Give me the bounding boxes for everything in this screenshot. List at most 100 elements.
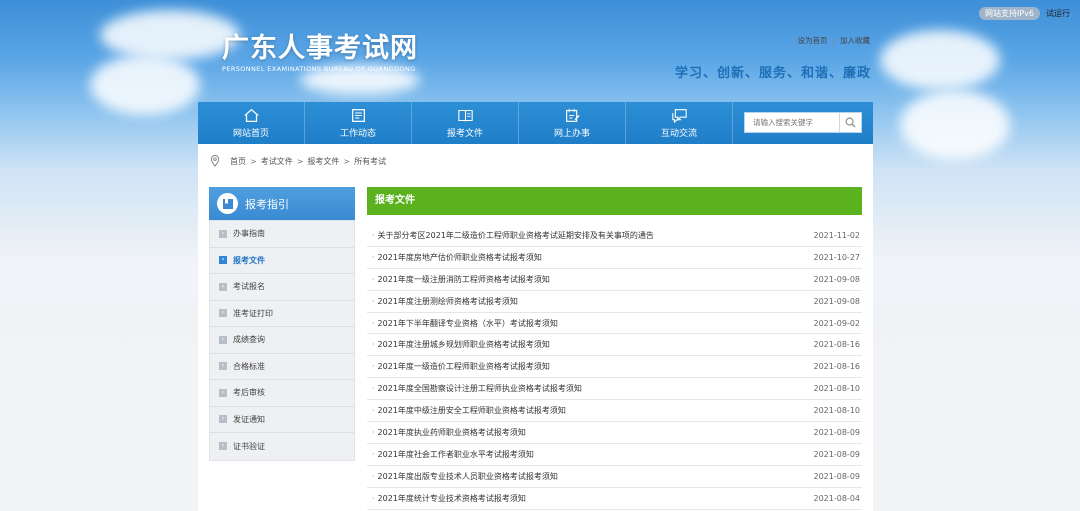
breadcrumb-exam-files[interactable]: 考试文件 — [261, 156, 293, 167]
list-item[interactable]: 2021年度一级造价工程师职业资格考试报考须知 2021-08-16 — [367, 356, 862, 379]
list-item[interactable]: 2021年度中级注册安全工程师职业资格考试报考须知 2021-08-10 — [367, 400, 862, 423]
list-item[interactable]: 2021年度执业药师职业资格考试报考须知 2021-08-09 — [367, 422, 862, 444]
sidebar-item-guide[interactable]: › 办事指南 — [210, 221, 354, 248]
sidebar-list: › 办事指南 › 报考文件 › 考试报名 › 准考证打印 › 成绩查询 › 合格标准 › 考后… — [209, 220, 355, 461]
top-right-bar: 网站支持IPv6 试运行 — [979, 7, 1070, 20]
list-item-date: 2021-08-16 — [813, 340, 861, 350]
list-item-title[interactable]: 2021年度中级注册安全工程师职业资格考试报考须知 — [372, 405, 566, 416]
arrow-right-icon: › — [219, 415, 227, 424]
sidebar-item-certificate-notice[interactable]: › 发证通知 — [210, 407, 354, 433]
page-body: 首页 > 考试文件 > 报考文件 > 所有考试 报考指引 › 办事指南 › 报考文件… — [198, 144, 873, 511]
list-item-title[interactable]: 2021年度社会工作者职业水平考试报考须知 — [372, 449, 534, 460]
nav-item-label: 网站首页 — [232, 128, 269, 139]
search-input[interactable] — [745, 113, 839, 132]
list-item-title[interactable]: 2021年度注册测绘师资格考试报考须知 — [372, 296, 518, 307]
main-nav: 网站首页 工作动态 报考文件 网上办事 互动交流 — [198, 102, 873, 144]
site-logo-title[interactable]: 广东人事考试网 — [222, 26, 418, 65]
list-item-date: 2021-08-10 — [813, 406, 861, 416]
list-item-title[interactable]: 2021年度执业药师职业资格考试报考须知 — [372, 427, 526, 438]
sidebar: 报考指引 › 办事指南 › 报考文件 › 考试报名 › 准考证打印 › 成绩查询 › 合格标… — [209, 187, 355, 461]
sidebar-item-label: 发证通知 — [233, 414, 265, 424]
list-item-date: 2021-09-08 — [813, 274, 861, 284]
breadcrumb-apply-files[interactable]: 报考文件 — [307, 156, 339, 167]
list-item-date: 2021-08-09 — [813, 471, 861, 481]
nav-item-label: 工作动态 — [339, 128, 376, 139]
arrow-right-icon: › — [219, 388, 227, 397]
list-item[interactable]: 2021年度统计专业技术资格考试报考须知 2021-08-04 — [367, 488, 862, 510]
arrow-right-icon: › — [219, 362, 227, 371]
list-item-title[interactable]: 关于部分考区2021年二级造价工程师职业资格考试延期安排及有关事项的通告 — [372, 230, 654, 241]
bookmark-icon — [217, 193, 238, 214]
list-item[interactable]: 2021年度出版专业技术人员职业资格考试报考须知 2021-08-09 — [367, 466, 862, 488]
content-title: 报考文件 — [367, 187, 862, 215]
list-item[interactable]: 2021年度注册城乡规划师职业资格考试报考须知 2021-08-16 — [367, 334, 862, 357]
search-button[interactable] — [839, 113, 861, 132]
add-favorite-link[interactable]: 加入收藏 — [840, 36, 870, 45]
sidebar-item-certificate-verify[interactable]: › 证书验证 — [210, 433, 354, 460]
list-item[interactable]: 2021年下半年翻译专业资格（水平）考试报考须知 2021-09-02 — [367, 313, 862, 335]
nav-item-online[interactable]: 网上办事 — [519, 102, 626, 144]
site-slogan: 学习、创新、服务、和谐、廉政 — [674, 66, 871, 81]
list-item-title[interactable]: 2021年度一级注册消防工程师资格考试报考须知 — [372, 274, 550, 285]
list-item-date: 2021-08-10 — [813, 384, 861, 394]
sidebar-item-scores[interactable]: › 成绩查询 — [210, 327, 354, 354]
list-item-date: 2021-08-04 — [813, 493, 861, 503]
nav-item-label: 报考文件 — [446, 128, 483, 139]
sidebar-item-label: 考后审核 — [233, 388, 265, 398]
breadcrumb-separator: > — [250, 156, 257, 166]
arrow-right-icon: › — [219, 256, 227, 265]
header-links: 设为首页 | 加入收藏 — [797, 35, 870, 46]
list-item-title[interactable]: 2021年度一级造价工程师职业资格考试报考须知 — [372, 361, 550, 372]
sidebar-item-label: 报考文件 — [233, 255, 265, 265]
sidebar-item-admission-ticket[interactable]: › 准考证打印 — [210, 301, 354, 327]
list-item-title[interactable]: 2021年度注册城乡规划师职业资格考试报考须知 — [372, 339, 550, 350]
arrow-right-icon: › — [219, 335, 227, 344]
nav-item-news[interactable]: 工作动态 — [305, 102, 412, 144]
link-separator: | — [832, 36, 835, 45]
sidebar-item-label: 成绩查询 — [233, 335, 265, 345]
sidebar-item-label: 合格标准 — [233, 361, 265, 371]
list-item-date: 2021-11-02 — [813, 230, 861, 240]
sidebar-item-apply-files[interactable]: › 报考文件 — [210, 248, 354, 274]
sidebar-item-label: 办事指南 — [233, 229, 265, 239]
list-item-title[interactable]: 2021年度统计专业技术资格考试报考须知 — [372, 493, 526, 504]
list-item-date: 2021-09-02 — [813, 318, 861, 328]
breadcrumb: 首页 > 考试文件 > 报考文件 > 所有考试 — [210, 155, 386, 167]
list-item-title[interactable]: 2021年度房地产估价师职业资格考试报考须知 — [372, 252, 542, 263]
search-box — [744, 112, 862, 133]
list-item[interactable]: 2021年度全国勘察设计注册工程师执业资格考试报考须知 2021-08-10 — [367, 378, 862, 401]
sidebar-item-standards[interactable]: › 合格标准 — [210, 354, 354, 380]
sidebar-item-label: 准考证打印 — [233, 308, 273, 318]
nav-item-label: 网上办事 — [553, 128, 590, 139]
nav-item-interact[interactable]: 互动交流 — [626, 102, 733, 144]
nav-item-files[interactable]: 报考文件 — [412, 102, 519, 144]
list-item[interactable]: 2021年度注册测绘师资格考试报考须知 2021-09-08 — [367, 291, 862, 313]
list-item[interactable]: 2021年度一级注册消防工程师资格考试报考须知 2021-09-08 — [367, 269, 862, 291]
list-item-date: 2021-08-09 — [813, 449, 861, 459]
location-pin-icon — [210, 155, 220, 167]
background-cloud — [90, 55, 200, 115]
list-item-date: 2021-08-16 — [813, 362, 861, 372]
content-panel: 报考文件 关于部分考区2021年二级造价工程师职业资格考试延期安排及有关事项的通… — [367, 187, 862, 510]
breadcrumb-home[interactable]: 首页 — [230, 156, 246, 167]
nav-item-home[interactable]: 网站首页 — [198, 102, 305, 144]
list-item[interactable]: 关于部分考区2021年二级造价工程师职业资格考试延期安排及有关事项的通告 2021… — [367, 225, 862, 247]
list-item[interactable]: 2021年度房地产估价师职业资格考试报考须知 2021-10-27 — [367, 247, 862, 269]
list-item[interactable]: 2021年度社会工作者职业水平考试报考须知 2021-08-09 — [367, 444, 862, 466]
site-header: 广东人事考试网 PERSONNEL EXAMINATIONS BUREAU OF… — [198, 20, 873, 100]
sidebar-item-registration[interactable]: › 考试报名 — [210, 274, 354, 301]
news-icon — [351, 108, 365, 122]
list-item-date: 2021-10-27 — [813, 252, 861, 262]
home-icon — [243, 108, 259, 122]
sidebar-item-label: 考试报名 — [233, 282, 265, 292]
list-item-title[interactable]: 2021年度全国勘察设计注册工程师执业资格考试报考须知 — [372, 383, 582, 394]
sidebar-item-review[interactable]: › 考后审核 — [210, 380, 354, 407]
set-homepage-link[interactable]: 设为首页 — [797, 36, 827, 45]
breadcrumb-all-exams: 所有考试 — [354, 156, 387, 166]
list-item-title[interactable]: 2021年度出版专业技术人员职业资格考试报考须知 — [372, 471, 558, 482]
sidebar-item-label: 证书验证 — [233, 441, 265, 451]
background-cloud — [880, 30, 1000, 90]
breadcrumb-separator: > — [296, 156, 304, 166]
arrow-right-icon: › — [219, 442, 227, 451]
list-item-title[interactable]: 2021年下半年翻译专业资格（水平）考试报考须知 — [372, 318, 558, 329]
